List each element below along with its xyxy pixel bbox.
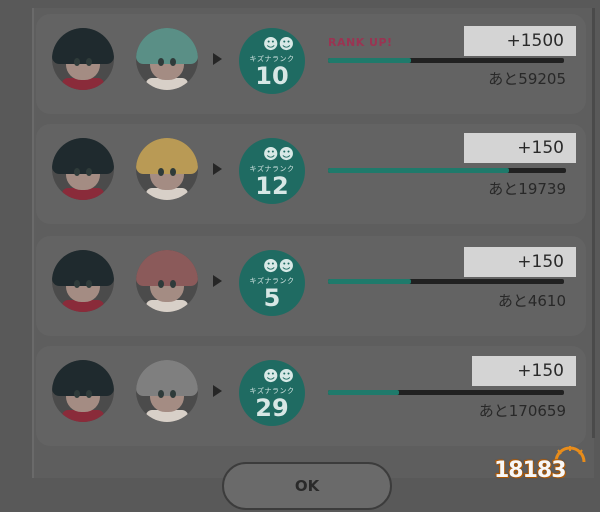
rank-progress-bar [328,168,566,173]
watermark-text: 18183 [494,458,567,483]
kizuna-rank-badge: ☻☻ キズナランク 5 [239,250,305,316]
kizuna-rank-badge: ☻☻ キズナランク 12 [239,138,305,204]
rank-progress-fill [328,279,411,284]
rank-progress-bar [328,279,564,284]
pair-icon: ☻☻ [263,35,295,53]
blonde-hair-character-avatar [136,138,198,200]
points-remaining: あと19739 [488,180,566,198]
rank-number: 5 [263,284,281,312]
silver-hair-character-avatar [136,360,198,422]
left-character-avatar [52,360,114,422]
left-character-avatar [52,138,114,200]
green-hair-character-avatar [136,28,198,90]
scrollbar[interactable] [592,8,595,438]
points-remaining: あと59205 [488,70,566,88]
watermark-logo: 18183 [494,444,590,500]
rank-progress-fill [328,390,399,395]
rank-progress-fill [328,58,411,63]
points-remaining: あと4610 [497,292,566,310]
arrow-right-icon [213,385,222,397]
arrow-right-icon [213,275,222,287]
rank-number: 10 [255,62,289,90]
rank-progress-bar [328,58,564,63]
rank-progress-bar [328,390,564,395]
points-gained: +1500 [464,26,576,56]
left-character-avatar [52,250,114,312]
arrow-right-icon [213,53,222,65]
left-character-avatar [52,28,114,90]
pair-icon: ☻☻ [263,257,295,275]
ok-button[interactable]: OK [222,462,392,510]
points-gained: +150 [472,356,576,386]
kizuna-rank-badge: ☻☻ キズナランク 10 [239,28,305,94]
rank-progress-fill [328,168,509,173]
pair-icon: ☻☻ [263,367,295,385]
rank-number: 29 [255,394,289,422]
rank-up-label: RANK UP! [328,36,393,49]
pink-hair-character-avatar [136,250,198,312]
arrow-right-icon [213,163,222,175]
kizuna-rank-badge: ☻☻ キズナランク 29 [239,360,305,426]
pair-icon: ☻☻ [263,145,295,163]
points-gained: +150 [464,247,576,277]
points-remaining: あと170659 [478,402,566,420]
points-gained: +150 [464,133,576,163]
rank-number: 12 [255,172,289,200]
